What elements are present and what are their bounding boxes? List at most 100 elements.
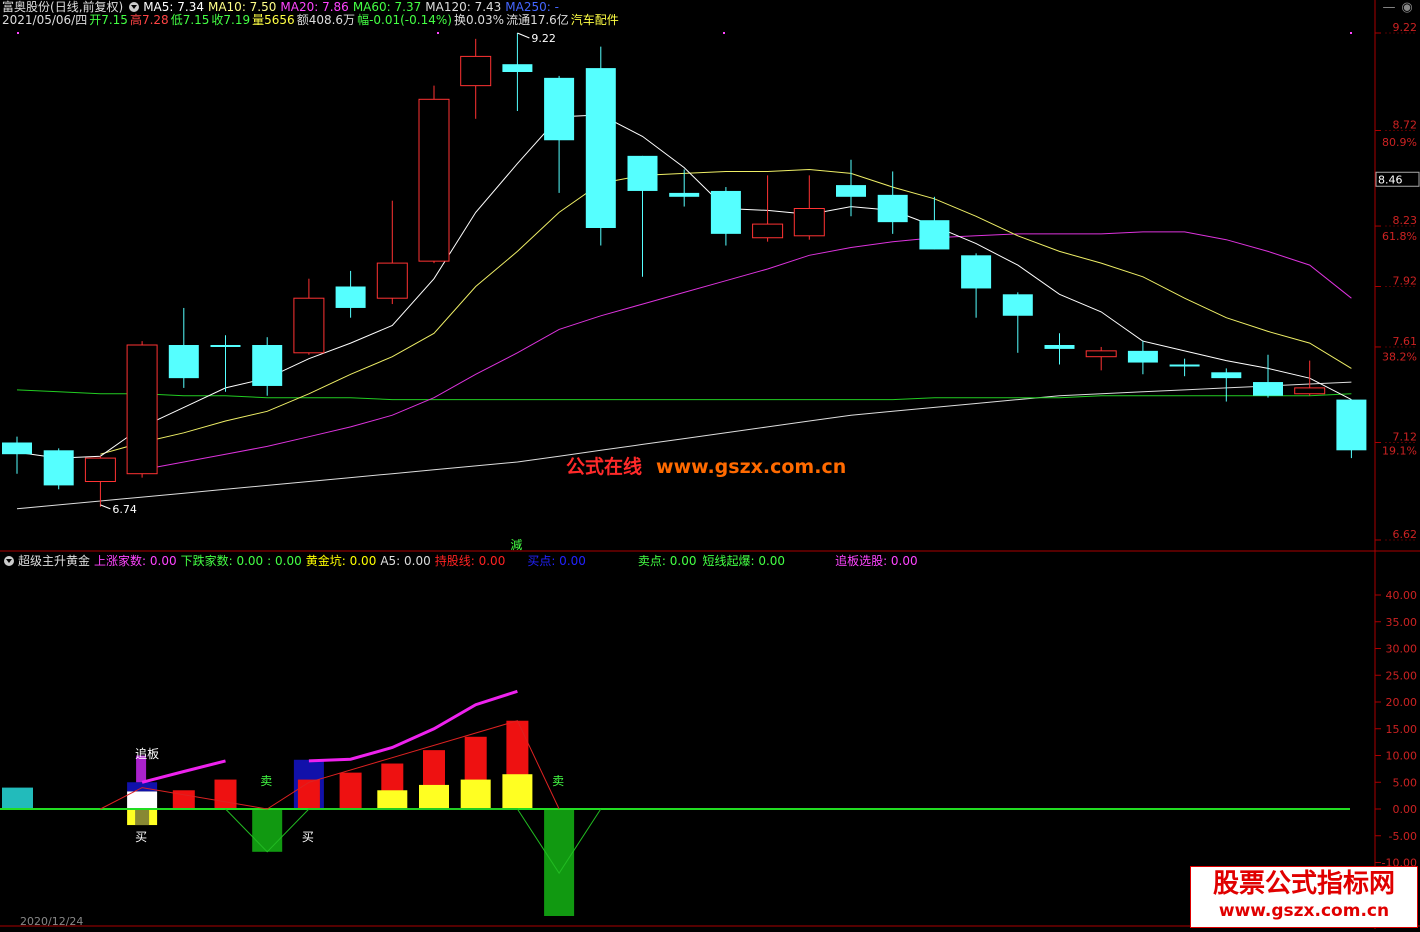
candle-body-up	[376, 262, 408, 299]
ind-red-bar	[297, 779, 320, 809]
candle-body-down	[1253, 382, 1283, 396]
quote-float: 流通17.6亿	[506, 13, 569, 27]
ind-field-2: : 0.00	[267, 554, 302, 568]
ind-yellow-bar	[460, 779, 491, 809]
price-tick-label: 6.62	[1393, 528, 1418, 541]
ind-signal-label: 追板	[135, 746, 159, 761]
candle-body-up	[293, 297, 325, 354]
candle-body-up	[418, 98, 450, 262]
ind-tick-label: 35.00	[1386, 616, 1418, 629]
ind-tick-label: 0.00	[1393, 803, 1418, 816]
ind-yellow-bar	[419, 784, 449, 809]
top-marker-dot	[437, 32, 439, 34]
ind-white-bar	[127, 791, 158, 809]
candle-body-up	[126, 344, 158, 475]
candle-body-down	[252, 345, 283, 386]
quote-change: 幅-0.01(-0.14%)	[357, 13, 452, 27]
watermark: 公式在线 www.gszx.com.cn	[566, 452, 846, 479]
top-marker-dot	[723, 32, 725, 34]
quote-volume: 量5656	[252, 13, 295, 27]
ind-field-3: 黄金坑: 0.00	[305, 554, 377, 568]
candle-body-up	[793, 208, 825, 237]
ind-tick-label: -5.00	[1389, 830, 1417, 843]
candle-body-down	[1211, 372, 1242, 379]
quote-line: 2021/05/06/四 开7.15 高7.28 低7.15 收7.19 量5656 额40…	[2, 13, 623, 27]
ma5-line	[16, 114, 1352, 459]
quote-turnover: 换0.03%	[453, 13, 505, 27]
candle-body-down	[2, 442, 32, 455]
top-marker-dot	[17, 32, 19, 34]
candle-body-down	[836, 185, 866, 197]
ind-signal-label: 买	[135, 830, 147, 844]
candle-body-down	[585, 68, 616, 228]
ind-signal-label: 卖	[260, 774, 272, 788]
ind-field-8: 短线起爆: 0.00	[702, 554, 786, 568]
candle-body-down	[43, 450, 74, 486]
bottom-date: 2020/12/24	[20, 915, 84, 928]
pct-tick-label: 19.1%	[1382, 444, 1417, 457]
candle-body-down	[877, 194, 908, 223]
candle-body-down	[502, 64, 533, 72]
dropdown-icon[interactable]	[129, 1, 140, 12]
price-tick-label: 8.72	[1393, 119, 1418, 132]
ma5-label: MA5: 7.34	[143, 0, 204, 14]
quote-close: 收7.19	[211, 13, 251, 27]
candle-body-down	[168, 345, 199, 379]
ind-green-bar	[252, 809, 283, 852]
indicator-name[interactable]: 超级主升黄金	[18, 554, 90, 568]
ind-yellow-bar	[502, 774, 533, 809]
candle-body-down	[1002, 294, 1033, 316]
ind-signal-label: 买	[302, 830, 314, 844]
ind-field-4: A5: 0.00	[380, 554, 431, 568]
candle-body-up	[84, 457, 116, 483]
ind-magenta-line	[141, 759, 226, 784]
ma250-label: MA250: -	[505, 0, 559, 14]
candle-body-down	[1169, 364, 1200, 367]
logo-line2: www.gszx.com.cn	[1218, 901, 1390, 921]
ma60-label: MA60: 7.37	[352, 0, 422, 14]
candle-body-up	[752, 223, 784, 239]
max-pointer	[517, 32, 530, 39]
ind-tick-label: 40.00	[1386, 589, 1418, 602]
ind-field-5: 持股线: 0.00	[434, 554, 506, 568]
top-marker-dot	[1350, 32, 1352, 34]
ind-red-bar	[214, 779, 237, 809]
ma20-label: MA20: 7.86	[280, 0, 349, 14]
ind-tick-label: 15.00	[1386, 723, 1418, 736]
period-label[interactable]: (日线,前复权)	[50, 0, 123, 14]
candle-body-down	[669, 192, 700, 197]
ind-field-6: 买点: 0.00	[527, 554, 586, 568]
quote-amount: 额408.6万	[296, 13, 356, 27]
watermark-cn: 公式在线	[566, 456, 643, 478]
reduce-mark: 減	[510, 537, 522, 552]
quote-low: 低7.15	[170, 13, 210, 27]
ind-yellow-bar	[377, 790, 408, 809]
minimize-icon[interactable]: —	[1382, 1, 1396, 15]
ind-field-0: 上涨家数: 0.00	[94, 554, 177, 568]
price-tick-label: 7.12	[1393, 431, 1418, 444]
candle-body-down	[335, 286, 366, 308]
ind-tick-label: 20.00	[1386, 696, 1418, 709]
candle-body-down	[710, 190, 741, 234]
ind-tick-label: 25.00	[1386, 669, 1418, 682]
candle-body-up	[460, 55, 492, 87]
ind-cyan-block	[2, 787, 33, 809]
pct-tick-label: 80.9%	[1382, 136, 1417, 149]
header-line: 富奥股份(日线,前复权) MA5: 7.34 MA10: 7.50 MA20: 7.8…	[2, 0, 563, 14]
stock-name[interactable]: 富奥股份	[2, 0, 50, 14]
candle-body-down	[1336, 399, 1367, 451]
min-price-label: 6.74	[112, 503, 136, 516]
window-controls: — ◉	[1378, 0, 1414, 16]
price-tick-label: 9.22	[1393, 21, 1418, 34]
ma10-label: MA10: 7.50	[207, 0, 277, 14]
candle-body-up	[1294, 387, 1326, 395]
quote-date: 2021/05/06/四	[2, 13, 88, 27]
close-icon[interactable]: ◉	[1400, 1, 1414, 15]
candle-body-down	[210, 345, 241, 347]
ind-field-1: 下跌家数: 0.00	[180, 554, 264, 568]
candle-body-down	[544, 77, 575, 141]
candle-body-up	[1085, 350, 1117, 358]
quote-industry: 汽车配件	[570, 13, 619, 27]
indicator-dropdown-icon[interactable]	[4, 555, 14, 566]
quote-high: 高7.28	[129, 13, 169, 27]
